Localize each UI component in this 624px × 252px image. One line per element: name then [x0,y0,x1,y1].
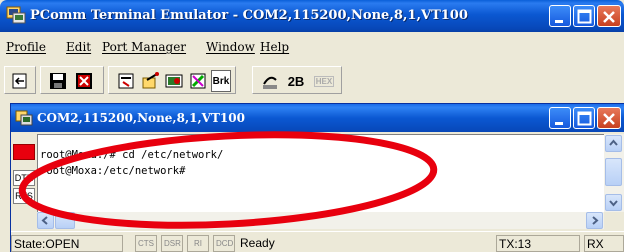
signal-indicator-led [13,144,35,160]
script-button[interactable] [187,70,209,92]
hex-label: HEX [313,75,335,87]
properties-button[interactable] [115,70,137,92]
state-status: State:OPEN [11,235,123,252]
send-file-button[interactable] [139,70,161,92]
app-title-bar[interactable]: PComm Terminal Emulator - COM2,115200,No… [0,0,624,32]
scroll-left-button[interactable] [37,212,54,229]
menu-bar: Profile Edit Port Manager Window Help [0,36,624,58]
horizontal-scroll-thumb[interactable] [55,212,75,229]
break-button[interactable]: Brk [211,70,231,92]
dsr-indicator: DSR [161,235,183,252]
ready-status: Ready [240,236,275,250]
terminal-line: root@Moxa:/# cd /etc/network/ [40,149,224,161]
toolbar-group-3: Brk [108,66,236,94]
vertical-scrollbar[interactable] [604,134,624,212]
close-icon [603,113,615,125]
rts-indicator[interactable]: RTS [13,188,35,204]
child-maximize-button[interactable] [573,107,595,129]
maximize-icon [577,111,592,126]
script-icon [190,73,206,89]
terminal-window-icon [15,110,33,126]
scroll-right-button[interactable] [586,212,603,229]
terminal-window: COM2,115200,None,8,1,VT100 DTR RTS root@… [10,103,624,252]
toolbar-group-4: 2B HEX [252,66,342,94]
signal-panel: DTR RTS [11,132,37,228]
save-icon [50,73,66,89]
send-file-icon [142,72,159,89]
menu-edit[interactable]: Edit [66,40,91,54]
menu-port-manager[interactable]: Port Manager [102,40,186,54]
exit-icon [12,73,27,89]
terminal-app-icon [6,6,26,24]
close-button[interactable] [597,5,621,27]
window-title: PComm Terminal Emulator - COM2,115200,No… [30,8,468,23]
scroll-down-button[interactable] [605,194,622,211]
signal-icon [263,76,277,89]
save-as-button[interactable] [73,70,95,92]
chevron-up-icon [609,139,618,146]
scroll-up-button[interactable] [605,135,622,152]
close-icon [603,11,615,23]
chevron-right-icon [592,216,599,225]
chevron-left-icon [41,216,48,225]
dtr-indicator[interactable]: DTR [13,170,35,186]
rx-counter: RX [584,235,624,252]
toolbar-group-2 [40,66,104,94]
terminal-line: root@Moxa:/etc/network# [40,165,186,177]
status-bar: State:OPEN CTS DSR RI DCD Ready TX:13 RX [11,231,624,252]
dcd-indicator: DCD [213,235,235,252]
hex-button[interactable]: HEX [313,70,335,92]
terminal-window-title: COM2,115200,None,8,1,VT100 [37,111,245,125]
menu-help[interactable]: Help [260,40,289,54]
two-b-button[interactable]: 2B [283,70,309,92]
minimize-icon [555,20,563,23]
terminal-screen[interactable]: root@Moxa:/# cd /etc/network/ root@Moxa:… [37,134,604,212]
break-label: Brk [212,75,230,87]
cts-indicator: CTS [135,235,157,252]
save-button[interactable] [47,70,69,92]
horizontal-scrollbar[interactable] [37,212,604,229]
two-b-label: 2B [287,73,305,89]
exit-button[interactable] [9,70,31,92]
maximize-button[interactable] [573,5,595,27]
toolbar: Brk 2B HEX [0,62,624,96]
signal-button[interactable] [259,70,281,92]
minimize-button[interactable] [549,5,571,27]
menu-window[interactable]: Window [206,40,255,54]
menu-profile[interactable]: Profile [6,40,46,54]
save-as-icon [76,73,92,89]
chevron-down-icon [609,200,618,207]
terminal-window-title-bar[interactable]: COM2,115200,None,8,1,VT100 [11,104,624,132]
child-close-button[interactable] [597,107,621,129]
capture-button[interactable] [163,70,185,92]
properties-icon [118,73,134,89]
toolbar-group-1 [4,66,36,94]
maximize-icon [577,9,592,24]
capture-icon [165,74,183,88]
ri-indicator: RI [187,235,209,252]
child-minimize-button[interactable] [549,107,571,129]
minimize-icon [555,122,563,125]
tx-counter: TX:13 [496,235,580,252]
vertical-scroll-thumb[interactable] [605,158,622,186]
